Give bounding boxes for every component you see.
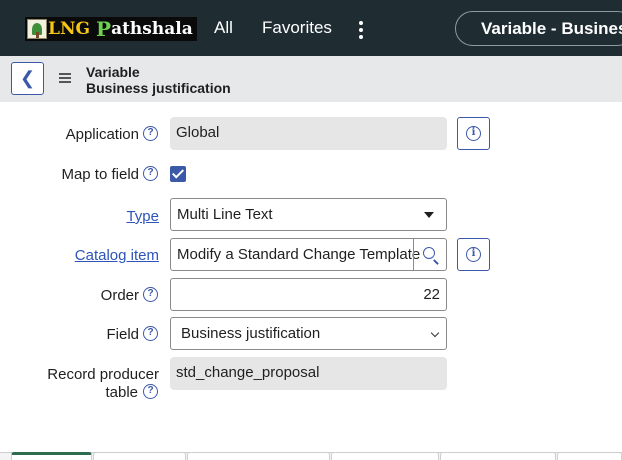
catalog-item-input[interactable]: Modify a Standard Change Template: [170, 238, 447, 271]
hamburger-menu-icon[interactable]: [59, 73, 71, 83]
type-select[interactable]: Multi Line Text: [170, 198, 447, 231]
logo-text-p: P: [96, 17, 112, 41]
application-label: Application: [65, 126, 139, 143]
related-tab[interactable]: [187, 452, 330, 460]
field-select[interactable]: Business justification: [170, 317, 447, 350]
logo-text-lng: LNG: [48, 19, 91, 39]
related-tab[interactable]: [331, 452, 439, 460]
caret-down-icon: [424, 212, 434, 218]
related-tab[interactable]: [11, 452, 92, 460]
type-label-link[interactable]: Type: [40, 208, 159, 225]
help-icon[interactable]: ?: [143, 166, 158, 181]
logo[interactable]: LNG Pathshala: [25, 17, 197, 41]
page-title: Variable Business justification: [86, 64, 231, 96]
info-icon: i: [466, 247, 481, 262]
related-tab[interactable]: [557, 452, 622, 460]
back-button[interactable]: ❮: [11, 62, 44, 95]
more-vertical-icon[interactable]: [356, 19, 366, 39]
search-icon[interactable]: [413, 239, 446, 271]
logo-text-rest: athshala: [111, 19, 193, 39]
application-info-button[interactable]: i: [457, 117, 490, 150]
record-context-pill[interactable]: Variable - Business: [455, 11, 622, 46]
catalog-item-label-link[interactable]: Catalog item: [40, 247, 159, 264]
application-field: Global: [170, 117, 447, 150]
related-tab[interactable]: [93, 452, 186, 460]
field-label: Field: [106, 326, 139, 343]
form-header: ❮ Variable Business justification: [0, 56, 622, 102]
order-input[interactable]: 22: [170, 278, 447, 311]
nav-all-menu[interactable]: All: [214, 18, 233, 38]
record-producer-table-label: Record producer table: [47, 366, 159, 401]
related-tab[interactable]: [440, 452, 556, 460]
tree-logo-icon: [27, 19, 47, 39]
top-nav: LNG Pathshala All Favorites Variable - B…: [0, 0, 622, 56]
help-icon[interactable]: ?: [143, 326, 158, 341]
order-label: Order: [100, 287, 139, 304]
map-to-field-label: Map to field: [61, 166, 139, 183]
help-icon[interactable]: ?: [143, 384, 158, 399]
map-to-field-checkbox[interactable]: [170, 166, 186, 182]
page-title-table: Variable: [86, 64, 140, 80]
info-icon: i: [466, 126, 481, 141]
help-icon[interactable]: ?: [143, 126, 158, 141]
nav-favorites-menu[interactable]: Favorites: [262, 18, 332, 38]
help-icon[interactable]: ?: [143, 287, 158, 302]
page-title-record: Business justification: [86, 80, 231, 96]
catalog-item-info-button[interactable]: i: [457, 238, 490, 271]
record-producer-table-field: std_change_proposal: [170, 357, 447, 390]
chevron-left-icon: ❮: [19, 68, 36, 88]
